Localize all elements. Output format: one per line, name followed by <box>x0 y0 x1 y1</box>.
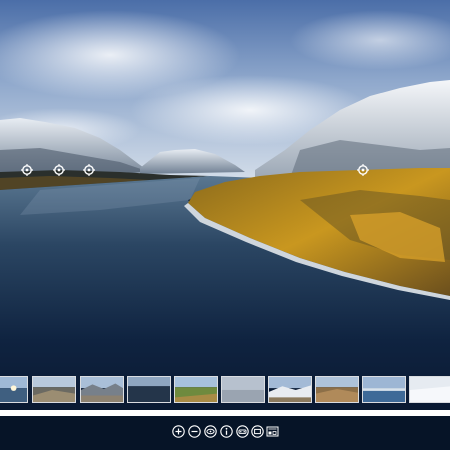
thumbnail-brown-hills[interactable] <box>315 376 359 403</box>
hotspot-marker[interactable] <box>83 164 95 176</box>
thumbnail-snow-field[interactable] <box>409 376 450 403</box>
fullscreen-button[interactable] <box>251 425 264 438</box>
zoom-out-button[interactable] <box>188 425 201 438</box>
zoom-in-button[interactable] <box>172 425 185 438</box>
thumbnail-blue-lake[interactable] <box>362 376 406 403</box>
target-icon <box>21 164 33 176</box>
vr-mode-button[interactable] <box>236 425 249 438</box>
thumbnails-icon <box>266 426 279 437</box>
fullscreen-icon <box>251 425 264 438</box>
gyroscope-icon <box>204 425 217 438</box>
thumbnail-lake-sunrise[interactable] <box>0 376 28 403</box>
target-icon <box>357 164 369 176</box>
thumbnail-green-valley[interactable] <box>174 376 218 403</box>
plus-circle-icon <box>172 425 185 438</box>
control-bar <box>0 416 450 450</box>
thumbnail-mountain-valley[interactable] <box>80 376 124 403</box>
target-icon <box>83 164 95 176</box>
minus-circle-icon <box>188 425 201 438</box>
thumbnails-button[interactable] <box>266 425 279 438</box>
hotspot-marker[interactable] <box>53 164 65 176</box>
gyroscope-button[interactable] <box>204 425 217 438</box>
info-button[interactable] <box>220 425 233 438</box>
thumbnail-misty-plain[interactable] <box>221 376 265 403</box>
hotspot-marker[interactable] <box>357 164 369 176</box>
hotspot-marker[interactable] <box>21 164 33 176</box>
thumbnail-strip[interactable] <box>0 376 450 405</box>
info-icon <box>220 425 233 438</box>
thumbnail-rocky-shore[interactable] <box>32 376 76 403</box>
panorama-viewer[interactable] <box>0 0 450 450</box>
thumbnail-snowy-ridge[interactable] <box>268 376 312 403</box>
vr-headset-icon <box>236 425 249 438</box>
thumbnail-dark-lake[interactable] <box>127 376 171 403</box>
target-icon <box>53 164 65 176</box>
